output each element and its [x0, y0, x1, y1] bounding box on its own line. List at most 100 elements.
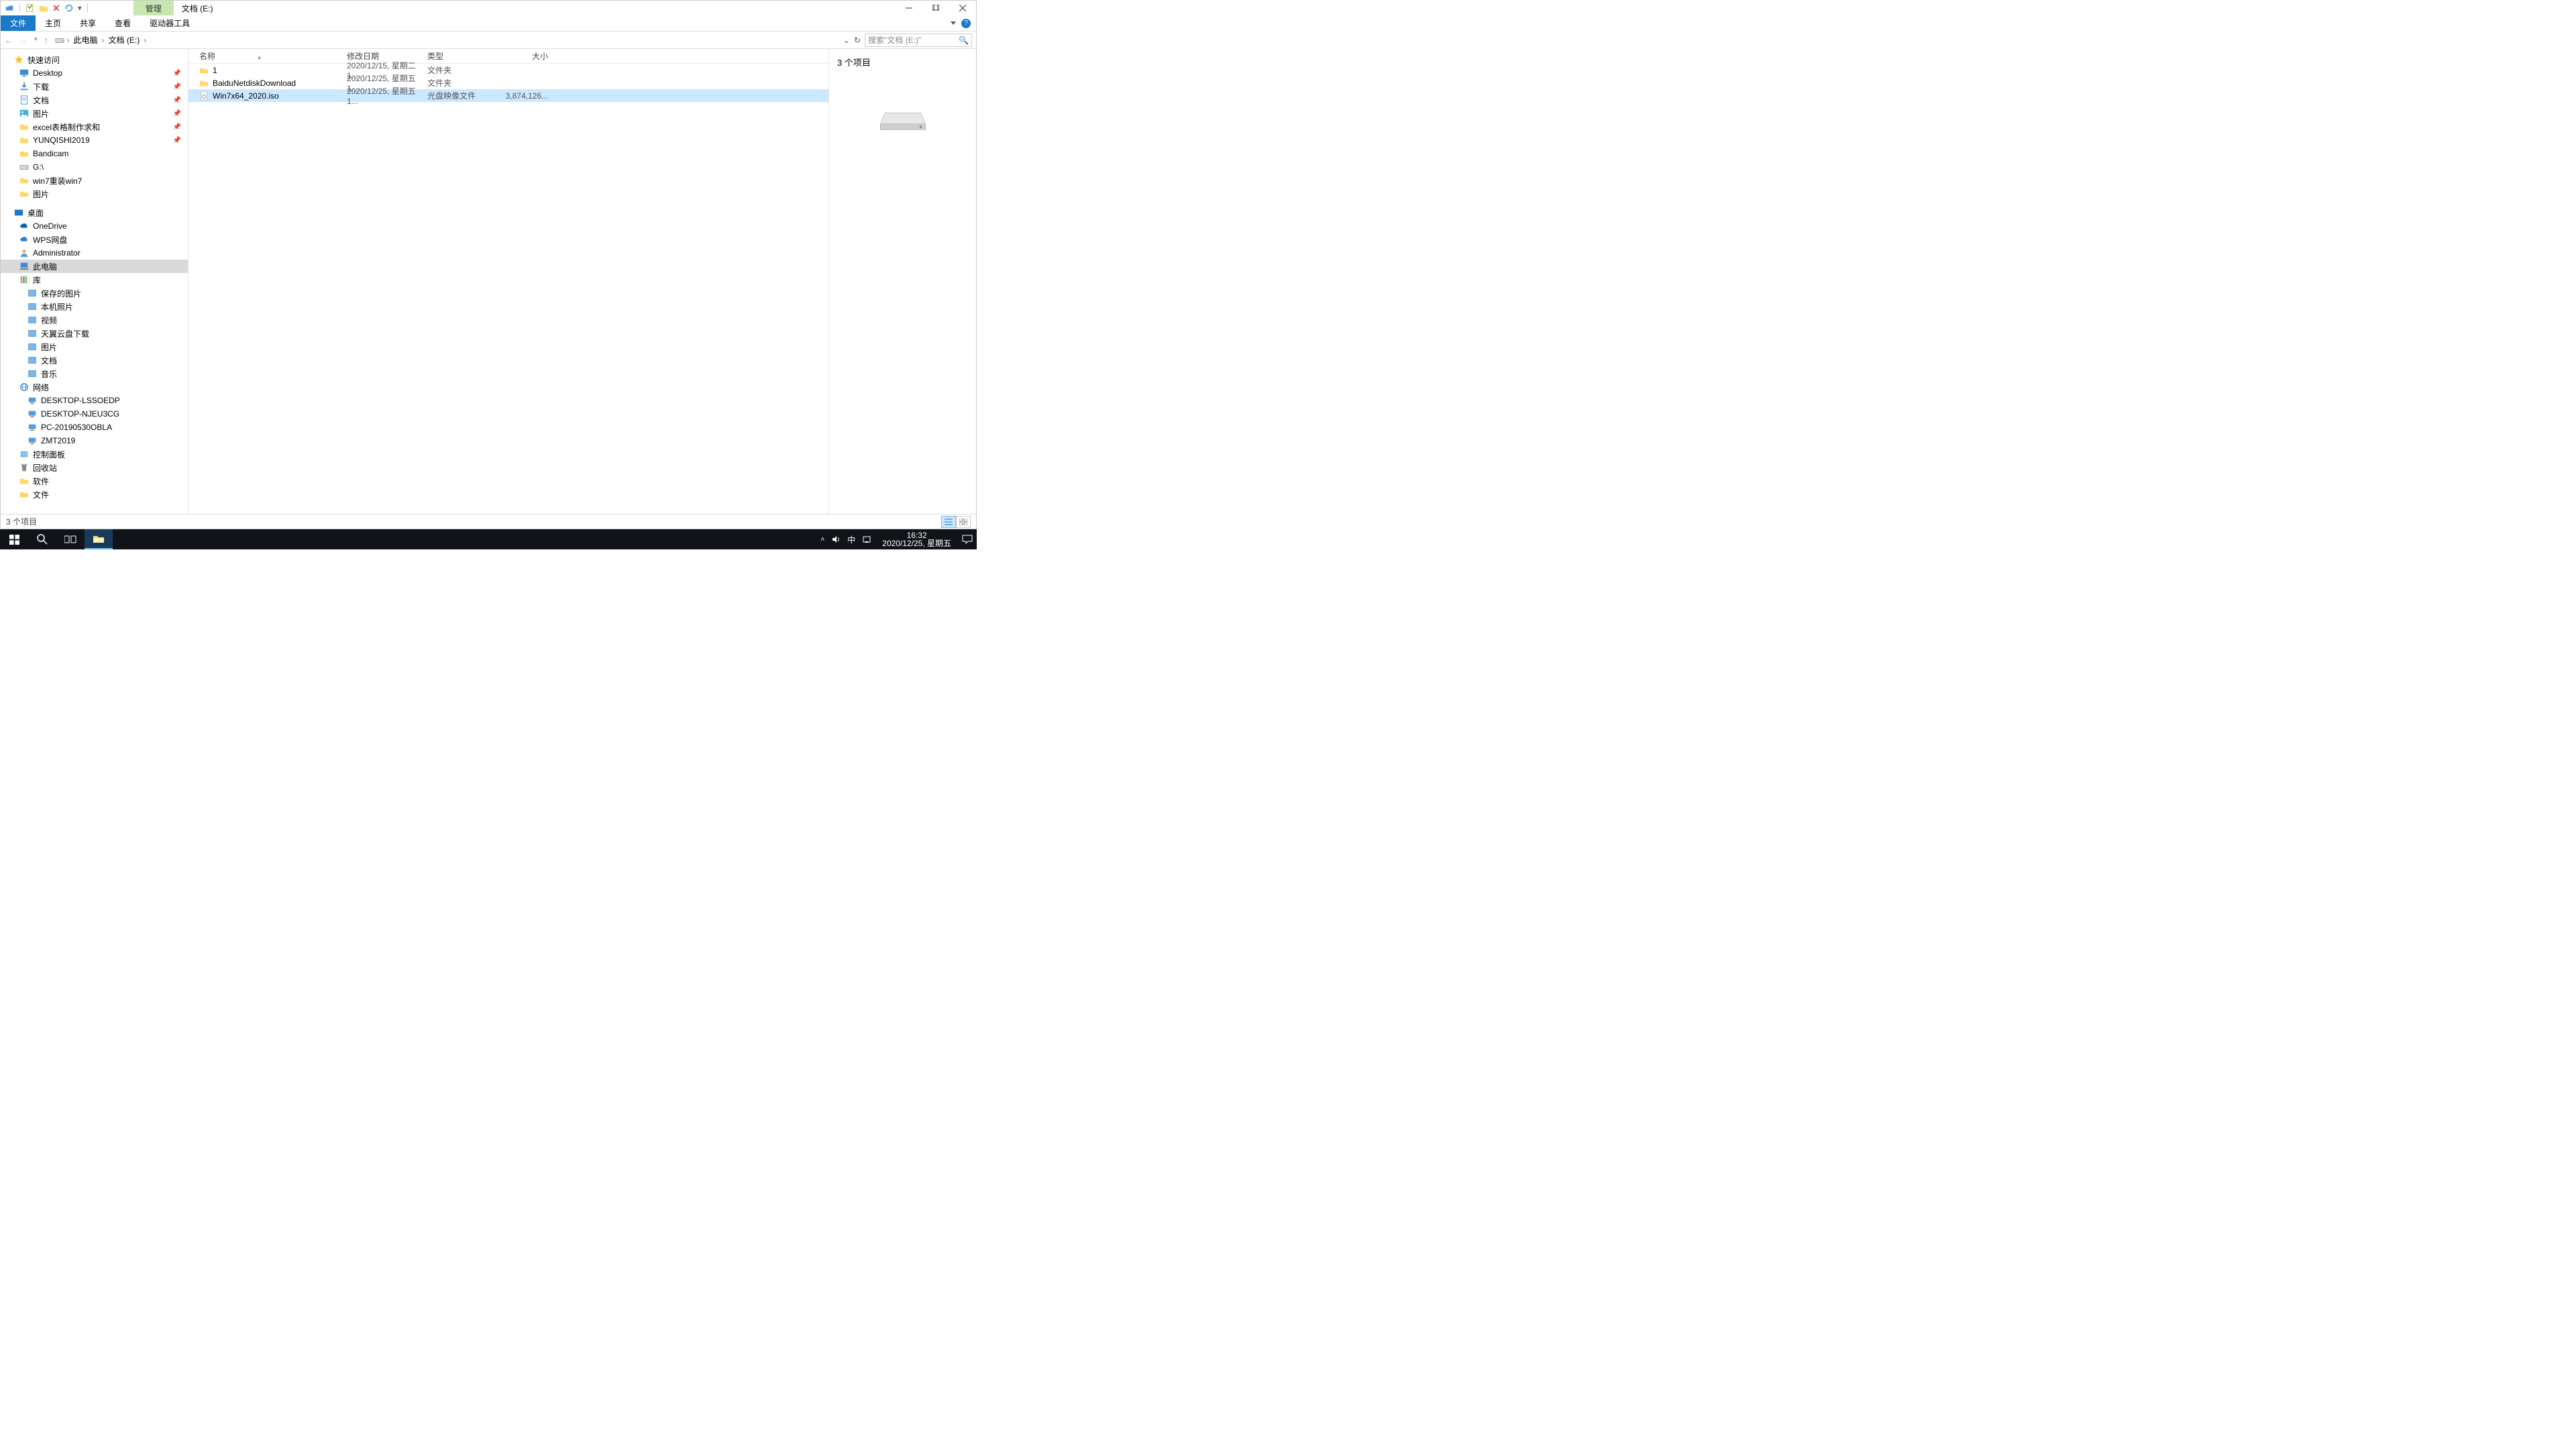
new-folder-icon[interactable]: [39, 3, 48, 13]
tree-item[interactable]: DESKTOP-LSSOEDP: [1, 394, 188, 407]
volume-icon[interactable]: [831, 535, 841, 544]
tree-item[interactable]: YUNQISHI2019📌: [1, 133, 188, 147]
column-headers[interactable]: 名称 ▴ 修改日期 类型 大小: [189, 49, 828, 64]
contextual-tabs: 管理 文档 (E:): [133, 1, 221, 15]
network-icon[interactable]: [862, 535, 871, 544]
tree-item[interactable]: 此电脑: [1, 260, 188, 273]
tab-view[interactable]: 查看: [105, 15, 140, 31]
tree-item[interactable]: 图片: [1, 187, 188, 201]
search-input[interactable]: 搜索"文档 (E:)" 🔍: [865, 34, 972, 47]
tab-drive-tools[interactable]: 驱动器工具: [140, 15, 199, 31]
tree-item[interactable]: Bandicam: [1, 147, 188, 160]
details-view-button[interactable]: [941, 516, 956, 528]
refresh-icon[interactable]: ↻: [854, 36, 861, 45]
clock[interactable]: 16:32 2020/12/25, 星期五: [878, 531, 955, 547]
tree-item[interactable]: 本机照片: [1, 300, 188, 313]
tree-item[interactable]: 回收站: [1, 461, 188, 474]
tray-overflow-icon[interactable]: ˄: [820, 536, 824, 543]
context-tab-manage[interactable]: 管理: [133, 1, 174, 15]
status-text: 3 个项目: [6, 516, 37, 527]
drive-icon: [19, 162, 29, 172]
maximize-button[interactable]: [922, 1, 949, 15]
tree-item[interactable]: G:\: [1, 160, 188, 174]
tree-label: PC-20190530OBLA: [41, 423, 112, 432]
address-dropdown-icon[interactable]: ⌄: [843, 36, 850, 45]
tree-item[interactable]: WPS网盘: [1, 233, 188, 246]
tree-item[interactable]: 库: [1, 273, 188, 286]
col-size[interactable]: 大小: [494, 50, 548, 62]
help-icon[interactable]: ?: [961, 19, 971, 28]
folder-icon: [19, 476, 29, 486]
computer-icon: [28, 436, 37, 445]
title-bar: ✕ ▾ 管理 文档 (E:): [1, 1, 976, 15]
tree-item[interactable]: 天翼云盘下载: [1, 327, 188, 340]
tree-item[interactable]: 图片📌: [1, 107, 188, 120]
tree-item[interactable]: 音乐: [1, 367, 188, 380]
ime-indicator[interactable]: 中: [847, 534, 855, 545]
col-name[interactable]: 名称 ▴: [199, 50, 347, 62]
crumb-drive[interactable]: 文档 (E:): [107, 33, 142, 47]
search-icon[interactable]: 🔍: [959, 36, 969, 45]
pin-icon: 📌: [173, 97, 181, 104]
tree-item[interactable]: win7重装win7: [1, 174, 188, 187]
close-button[interactable]: [949, 1, 976, 15]
file-row[interactable]: 12020/12/15, 星期二 1...文件夹: [189, 64, 828, 76]
tree-item[interactable]: 保存的图片: [1, 286, 188, 300]
lib-icon: [28, 315, 37, 325]
tree-item[interactable]: 网络: [1, 380, 188, 394]
tree-item[interactable]: Desktop📌: [1, 66, 188, 80]
history-dropdown-icon[interactable]: ▾: [34, 36, 38, 45]
navigation-tree[interactable]: 快速访问Desktop📌下载📌文档📌图片📌excel表格制作求和📌YUNQISH…: [1, 49, 189, 514]
action-center-icon[interactable]: [962, 535, 973, 544]
tab-home[interactable]: 主页: [36, 15, 70, 31]
delete-icon[interactable]: ✕: [52, 3, 60, 14]
tree-item[interactable]: 文档📌: [1, 93, 188, 107]
tree-item[interactable]: ZMT2019: [1, 434, 188, 447]
tree-item[interactable]: PC-20190530OBLA: [1, 421, 188, 434]
chevron-right-icon[interactable]: ›: [102, 36, 105, 45]
tree-item[interactable]: OneDrive: [1, 219, 188, 233]
qat-dropdown-icon[interactable]: ▾: [78, 3, 82, 13]
tree-label: DESKTOP-NJEU3CG: [41, 409, 119, 419]
file-row[interactable]: BaiduNetdiskDownload2020/12/25, 星期五 1...…: [189, 76, 828, 89]
chevron-right-icon[interactable]: ›: [144, 36, 146, 45]
tree-item[interactable]: 图片: [1, 340, 188, 354]
search-button[interactable]: [28, 529, 56, 549]
undo-icon[interactable]: [64, 3, 74, 13]
tree-item[interactable]: excel表格制作求和📌: [1, 120, 188, 133]
icons-view-button[interactable]: [956, 516, 971, 528]
up-button[interactable]: ↑: [44, 36, 48, 45]
col-type[interactable]: 类型: [427, 50, 494, 62]
tree-item[interactable]: 控制面板: [1, 447, 188, 461]
tree-item[interactable]: 下载📌: [1, 80, 188, 93]
tree-item[interactable]: Administrator: [1, 246, 188, 260]
breadcrumb[interactable]: › 此电脑 › 文档 (E:) ›: [52, 33, 839, 47]
file-row[interactable]: Win7x64_2020.iso2020/12/25, 星期五 1...光盘映像…: [189, 89, 828, 102]
tree-item[interactable]: 视频: [1, 313, 188, 327]
chevron-right-icon[interactable]: ›: [67, 36, 70, 45]
taskbar[interactable]: ˄ 中 16:32 2020/12/25, 星期五: [0, 529, 977, 549]
properties-icon[interactable]: [25, 3, 35, 13]
forward-button[interactable]: →: [19, 36, 28, 45]
tree-item[interactable]: 文档: [1, 354, 188, 367]
tree-desktop[interactable]: 桌面: [1, 206, 188, 219]
tab-share[interactable]: 共享: [70, 15, 105, 31]
tree-quick-access[interactable]: 快速访问: [1, 53, 188, 66]
recycle-icon: [19, 463, 29, 472]
tree-label: 本机照片: [41, 301, 73, 313]
pictures-icon: [19, 109, 29, 118]
collapse-ribbon-icon[interactable]: [951, 21, 956, 25]
minimize-button[interactable]: [896, 1, 922, 15]
sort-asc-icon: ▴: [258, 54, 261, 60]
tab-file[interactable]: 文件: [1, 15, 36, 31]
crumb-this-pc[interactable]: 此电脑: [72, 33, 99, 47]
search-placeholder: 搜索"文档 (E:)": [868, 34, 921, 46]
task-view-button[interactable]: [56, 529, 85, 549]
explorer-taskbar-button[interactable]: [85, 529, 113, 549]
tree-item[interactable]: DESKTOP-NJEU3CG: [1, 407, 188, 421]
start-button[interactable]: [0, 529, 28, 549]
tree-label: 此电脑: [33, 261, 57, 272]
tree-item[interactable]: 文件: [1, 488, 188, 501]
back-button[interactable]: ←: [5, 36, 13, 45]
tree-item[interactable]: 软件: [1, 474, 188, 488]
